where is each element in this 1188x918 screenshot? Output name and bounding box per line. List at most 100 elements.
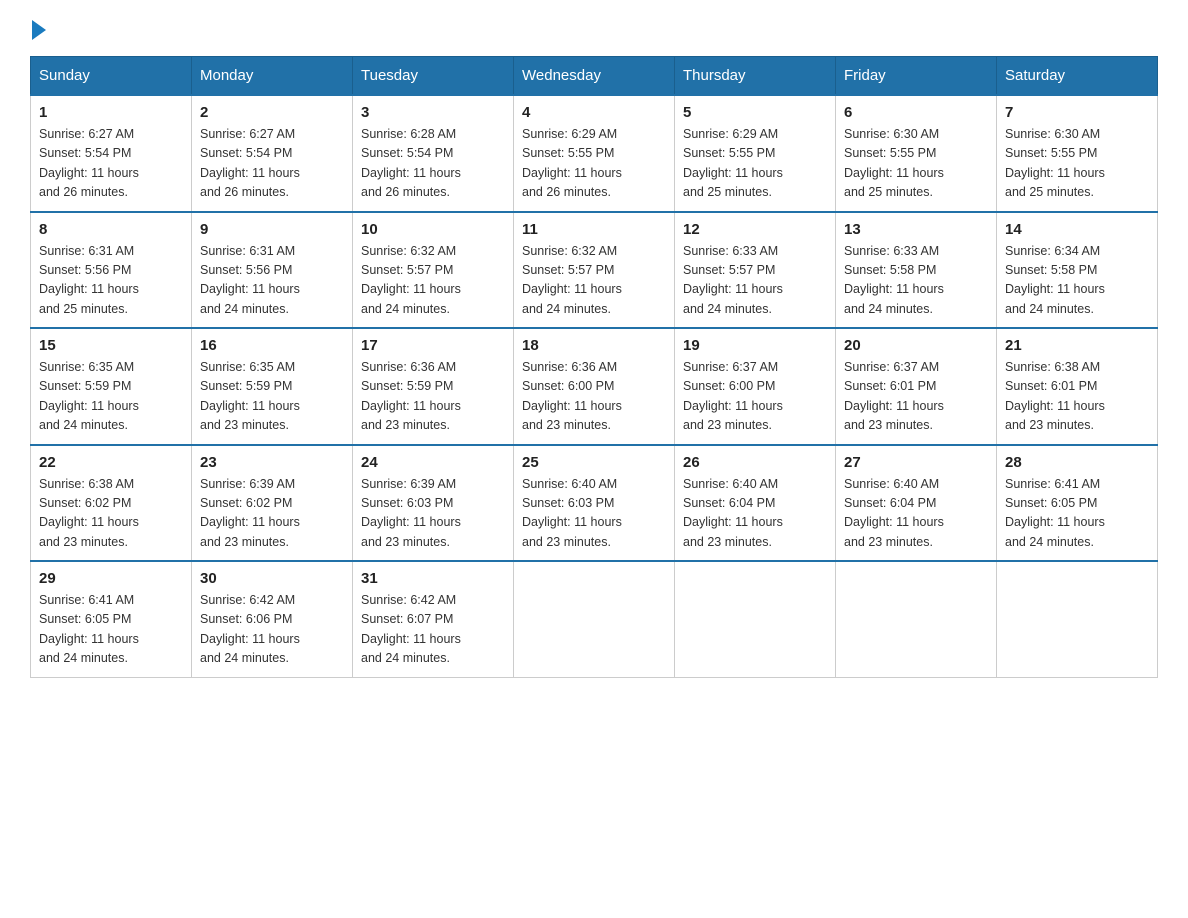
day-cell: 21 Sunrise: 6:38 AMSunset: 6:01 PMDaylig… [997,328,1158,445]
day-info: Sunrise: 6:32 AMSunset: 5:57 PMDaylight:… [361,244,461,316]
day-number: 6 [844,104,988,121]
header-cell-saturday: Saturday [997,57,1158,96]
day-info: Sunrise: 6:40 AMSunset: 6:04 PMDaylight:… [683,477,783,549]
day-cell [514,561,675,677]
day-info: Sunrise: 6:28 AMSunset: 5:54 PMDaylight:… [361,127,461,199]
day-number: 4 [522,104,666,121]
week-row-1: 1 Sunrise: 6:27 AMSunset: 5:54 PMDayligh… [31,95,1158,212]
calendar-table: SundayMondayTuesdayWednesdayThursdayFrid… [30,56,1158,678]
day-cell: 16 Sunrise: 6:35 AMSunset: 5:59 PMDaylig… [192,328,353,445]
day-number: 24 [361,454,505,471]
day-info: Sunrise: 6:39 AMSunset: 6:03 PMDaylight:… [361,477,461,549]
day-number: 12 [683,221,827,238]
day-info: Sunrise: 6:29 AMSunset: 5:55 PMDaylight:… [522,127,622,199]
day-cell: 30 Sunrise: 6:42 AMSunset: 6:06 PMDaylig… [192,561,353,677]
day-number: 31 [361,570,505,587]
day-cell: 6 Sunrise: 6:30 AMSunset: 5:55 PMDayligh… [836,95,997,212]
calendar-header: SundayMondayTuesdayWednesdayThursdayFrid… [31,57,1158,96]
day-cell: 1 Sunrise: 6:27 AMSunset: 5:54 PMDayligh… [31,95,192,212]
day-number: 9 [200,221,344,238]
page-header [30,20,1158,36]
day-number: 14 [1005,221,1149,238]
day-info: Sunrise: 6:31 AMSunset: 5:56 PMDaylight:… [39,244,139,316]
day-info: Sunrise: 6:34 AMSunset: 5:58 PMDaylight:… [1005,244,1105,316]
day-number: 3 [361,104,505,121]
day-cell: 27 Sunrise: 6:40 AMSunset: 6:04 PMDaylig… [836,445,997,562]
day-number: 2 [200,104,344,121]
header-cell-wednesday: Wednesday [514,57,675,96]
day-info: Sunrise: 6:41 AMSunset: 6:05 PMDaylight:… [39,593,139,665]
day-info: Sunrise: 6:27 AMSunset: 5:54 PMDaylight:… [200,127,300,199]
day-info: Sunrise: 6:38 AMSunset: 6:02 PMDaylight:… [39,477,139,549]
day-number: 28 [1005,454,1149,471]
day-info: Sunrise: 6:40 AMSunset: 6:03 PMDaylight:… [522,477,622,549]
day-cell [836,561,997,677]
day-cell: 18 Sunrise: 6:36 AMSunset: 6:00 PMDaylig… [514,328,675,445]
day-number: 22 [39,454,183,471]
day-info: Sunrise: 6:35 AMSunset: 5:59 PMDaylight:… [39,360,139,432]
day-number: 10 [361,221,505,238]
day-info: Sunrise: 6:27 AMSunset: 5:54 PMDaylight:… [39,127,139,199]
day-number: 23 [200,454,344,471]
day-cell: 4 Sunrise: 6:29 AMSunset: 5:55 PMDayligh… [514,95,675,212]
day-number: 30 [200,570,344,587]
day-cell: 10 Sunrise: 6:32 AMSunset: 5:57 PMDaylig… [353,212,514,329]
day-number: 1 [39,104,183,121]
day-cell: 7 Sunrise: 6:30 AMSunset: 5:55 PMDayligh… [997,95,1158,212]
day-info: Sunrise: 6:42 AMSunset: 6:07 PMDaylight:… [361,593,461,665]
day-info: Sunrise: 6:41 AMSunset: 6:05 PMDaylight:… [1005,477,1105,549]
day-number: 13 [844,221,988,238]
day-number: 21 [1005,337,1149,354]
day-info: Sunrise: 6:31 AMSunset: 5:56 PMDaylight:… [200,244,300,316]
day-cell [675,561,836,677]
day-cell: 25 Sunrise: 6:40 AMSunset: 6:03 PMDaylig… [514,445,675,562]
day-cell: 28 Sunrise: 6:41 AMSunset: 6:05 PMDaylig… [997,445,1158,562]
day-info: Sunrise: 6:39 AMSunset: 6:02 PMDaylight:… [200,477,300,549]
day-number: 29 [39,570,183,587]
day-cell: 2 Sunrise: 6:27 AMSunset: 5:54 PMDayligh… [192,95,353,212]
day-number: 20 [844,337,988,354]
header-cell-sunday: Sunday [31,57,192,96]
logo-arrow-icon [32,20,46,40]
day-cell: 31 Sunrise: 6:42 AMSunset: 6:07 PMDaylig… [353,561,514,677]
day-info: Sunrise: 6:38 AMSunset: 6:01 PMDaylight:… [1005,360,1105,432]
header-cell-monday: Monday [192,57,353,96]
week-row-5: 29 Sunrise: 6:41 AMSunset: 6:05 PMDaylig… [31,561,1158,677]
day-cell: 17 Sunrise: 6:36 AMSunset: 5:59 PMDaylig… [353,328,514,445]
day-cell: 9 Sunrise: 6:31 AMSunset: 5:56 PMDayligh… [192,212,353,329]
header-row: SundayMondayTuesdayWednesdayThursdayFrid… [31,57,1158,96]
day-info: Sunrise: 6:37 AMSunset: 6:01 PMDaylight:… [844,360,944,432]
day-number: 19 [683,337,827,354]
day-cell: 15 Sunrise: 6:35 AMSunset: 5:59 PMDaylig… [31,328,192,445]
day-info: Sunrise: 6:33 AMSunset: 5:58 PMDaylight:… [844,244,944,316]
day-number: 8 [39,221,183,238]
calendar-body: 1 Sunrise: 6:27 AMSunset: 5:54 PMDayligh… [31,95,1158,677]
day-cell: 20 Sunrise: 6:37 AMSunset: 6:01 PMDaylig… [836,328,997,445]
day-cell: 5 Sunrise: 6:29 AMSunset: 5:55 PMDayligh… [675,95,836,212]
day-cell [997,561,1158,677]
day-cell: 12 Sunrise: 6:33 AMSunset: 5:57 PMDaylig… [675,212,836,329]
day-info: Sunrise: 6:33 AMSunset: 5:57 PMDaylight:… [683,244,783,316]
day-info: Sunrise: 6:36 AMSunset: 6:00 PMDaylight:… [522,360,622,432]
day-number: 25 [522,454,666,471]
day-cell: 13 Sunrise: 6:33 AMSunset: 5:58 PMDaylig… [836,212,997,329]
day-number: 7 [1005,104,1149,121]
day-number: 16 [200,337,344,354]
logo [30,20,46,36]
day-number: 18 [522,337,666,354]
week-row-4: 22 Sunrise: 6:38 AMSunset: 6:02 PMDaylig… [31,445,1158,562]
day-number: 11 [522,221,666,238]
day-cell: 8 Sunrise: 6:31 AMSunset: 5:56 PMDayligh… [31,212,192,329]
day-cell: 11 Sunrise: 6:32 AMSunset: 5:57 PMDaylig… [514,212,675,329]
day-info: Sunrise: 6:36 AMSunset: 5:59 PMDaylight:… [361,360,461,432]
header-cell-thursday: Thursday [675,57,836,96]
day-number: 26 [683,454,827,471]
day-cell: 24 Sunrise: 6:39 AMSunset: 6:03 PMDaylig… [353,445,514,562]
day-info: Sunrise: 6:29 AMSunset: 5:55 PMDaylight:… [683,127,783,199]
day-cell: 29 Sunrise: 6:41 AMSunset: 6:05 PMDaylig… [31,561,192,677]
day-info: Sunrise: 6:35 AMSunset: 5:59 PMDaylight:… [200,360,300,432]
day-cell: 26 Sunrise: 6:40 AMSunset: 6:04 PMDaylig… [675,445,836,562]
day-info: Sunrise: 6:37 AMSunset: 6:00 PMDaylight:… [683,360,783,432]
week-row-2: 8 Sunrise: 6:31 AMSunset: 5:56 PMDayligh… [31,212,1158,329]
week-row-3: 15 Sunrise: 6:35 AMSunset: 5:59 PMDaylig… [31,328,1158,445]
